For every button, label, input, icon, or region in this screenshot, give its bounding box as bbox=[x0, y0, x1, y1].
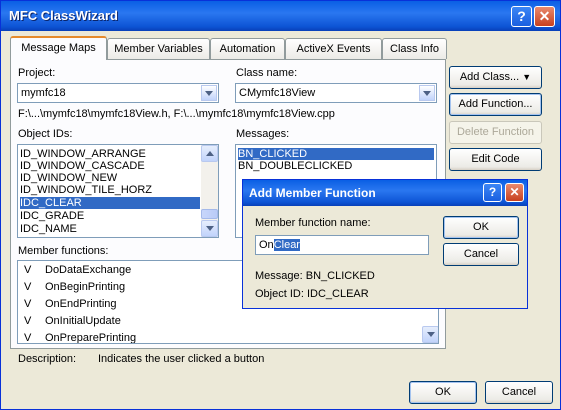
help-button[interactable]: ? bbox=[511, 6, 532, 27]
messages-label: Messages: bbox=[236, 128, 290, 140]
tab-activex-events[interactable]: ActiveX Events bbox=[285, 38, 382, 59]
tab-message-maps[interactable]: Message Maps bbox=[10, 36, 107, 60]
tab-automation[interactable]: Automation bbox=[210, 38, 285, 59]
delete-function-button[interactable]: Delete Function bbox=[449, 121, 542, 144]
dialog-title: Add Member Function bbox=[249, 186, 376, 200]
dropdown-arrow-icon: ▼ bbox=[522, 72, 532, 82]
list-item[interactable]: IDC_NAME bbox=[20, 223, 77, 235]
scroll-down-icon bbox=[206, 226, 214, 231]
close-icon: ✕ bbox=[509, 185, 520, 199]
add-member-function-dialog: Add Member Function ? ✕ Member function … bbox=[242, 179, 528, 309]
add-class-button[interactable]: Add Class... ▼ bbox=[449, 66, 542, 89]
class-name-value: CMymfc18View bbox=[239, 87, 316, 99]
description-label: Description: bbox=[18, 353, 77, 365]
description-text: Indicates the user clicked a button bbox=[98, 353, 265, 365]
list-item-selected[interactable]: IDC_CLEAR bbox=[20, 197, 200, 209]
list-item[interactable]: ID_WINDOW_CASCADE bbox=[20, 160, 145, 172]
scroll-down-icon bbox=[427, 332, 435, 337]
dialog-close-button[interactable]: ✕ bbox=[505, 183, 524, 202]
object-ids-scrollbar[interactable] bbox=[201, 145, 218, 237]
project-value: mymfc18 bbox=[21, 87, 66, 99]
dropdown-arrow-icon[interactable] bbox=[419, 85, 435, 101]
tab-class-info[interactable]: Class Info bbox=[382, 38, 447, 59]
dialog-title-bar[interactable]: Add Member Function ? ✕ bbox=[243, 180, 527, 206]
classwizard-window: MFC ClassWizard ? ✕ Message Maps Member … bbox=[0, 0, 561, 410]
list-item[interactable]: ID_WINDOW_TILE_HORZ bbox=[20, 184, 152, 196]
scroll-up-button[interactable] bbox=[201, 145, 218, 162]
list-item[interactable]: V OnInitialUpdate bbox=[20, 315, 420, 327]
class-name-label: Class name: bbox=[236, 67, 298, 79]
message-info: Message: BN_CLICKED bbox=[255, 270, 375, 282]
dialog-cancel-button[interactable]: Cancel bbox=[443, 243, 519, 266]
dialog-ok-button[interactable]: OK bbox=[443, 216, 519, 239]
member-function-name-input[interactable]: OnClear bbox=[255, 235, 429, 255]
class-name-combo[interactable]: CMymfc18View bbox=[235, 83, 437, 103]
scroll-down-button[interactable] bbox=[422, 326, 438, 343]
dropdown-arrow-icon[interactable] bbox=[201, 85, 217, 101]
project-combo[interactable]: mymfc18 bbox=[17, 83, 219, 103]
scroll-thumb[interactable] bbox=[201, 209, 218, 219]
list-item[interactable]: V OnPreparePrinting bbox=[20, 332, 420, 343]
list-item-selected[interactable]: BN_CLICKED bbox=[238, 148, 434, 160]
files-path: F:\...\mymfc18\mymfc18View.h, F:\...\mym… bbox=[18, 108, 335, 120]
close-button[interactable]: ✕ bbox=[534, 6, 555, 27]
dialog-help-button[interactable]: ? bbox=[483, 183, 502, 202]
scroll-up-icon bbox=[206, 151, 214, 156]
member-functions-label: Member functions: bbox=[18, 245, 109, 257]
edit-code-button[interactable]: Edit Code bbox=[449, 148, 542, 171]
title-bar[interactable]: MFC ClassWizard ? ✕ bbox=[1, 1, 560, 31]
cancel-button[interactable]: Cancel bbox=[485, 381, 553, 404]
list-item[interactable]: ID_WINDOW_NEW bbox=[20, 172, 117, 184]
member-function-name-label: Member function name: bbox=[255, 217, 371, 229]
project-label: Project: bbox=[18, 67, 56, 79]
object-ids-list[interactable]: ID_WINDOW_ARRANGE ID_WINDOW_CASCADE ID_W… bbox=[17, 144, 219, 238]
list-item[interactable]: ID_WINDOW_ARRANGE bbox=[20, 148, 146, 160]
close-icon: ✕ bbox=[538, 8, 551, 24]
list-item[interactable]: BN_DOUBLECLICKED bbox=[238, 160, 352, 172]
scroll-down-button[interactable] bbox=[201, 220, 218, 237]
add-function-button[interactable]: Add Function... bbox=[449, 93, 542, 116]
object-id-info: Object ID: IDC_CLEAR bbox=[255, 288, 369, 300]
tab-member-variables[interactable]: Member Variables bbox=[107, 38, 210, 59]
list-item[interactable]: IDC_GRADE bbox=[20, 210, 84, 222]
ok-button[interactable]: OK bbox=[409, 381, 477, 404]
window-title: MFC ClassWizard bbox=[9, 8, 118, 23]
object-ids-label: Object IDs: bbox=[18, 128, 73, 140]
